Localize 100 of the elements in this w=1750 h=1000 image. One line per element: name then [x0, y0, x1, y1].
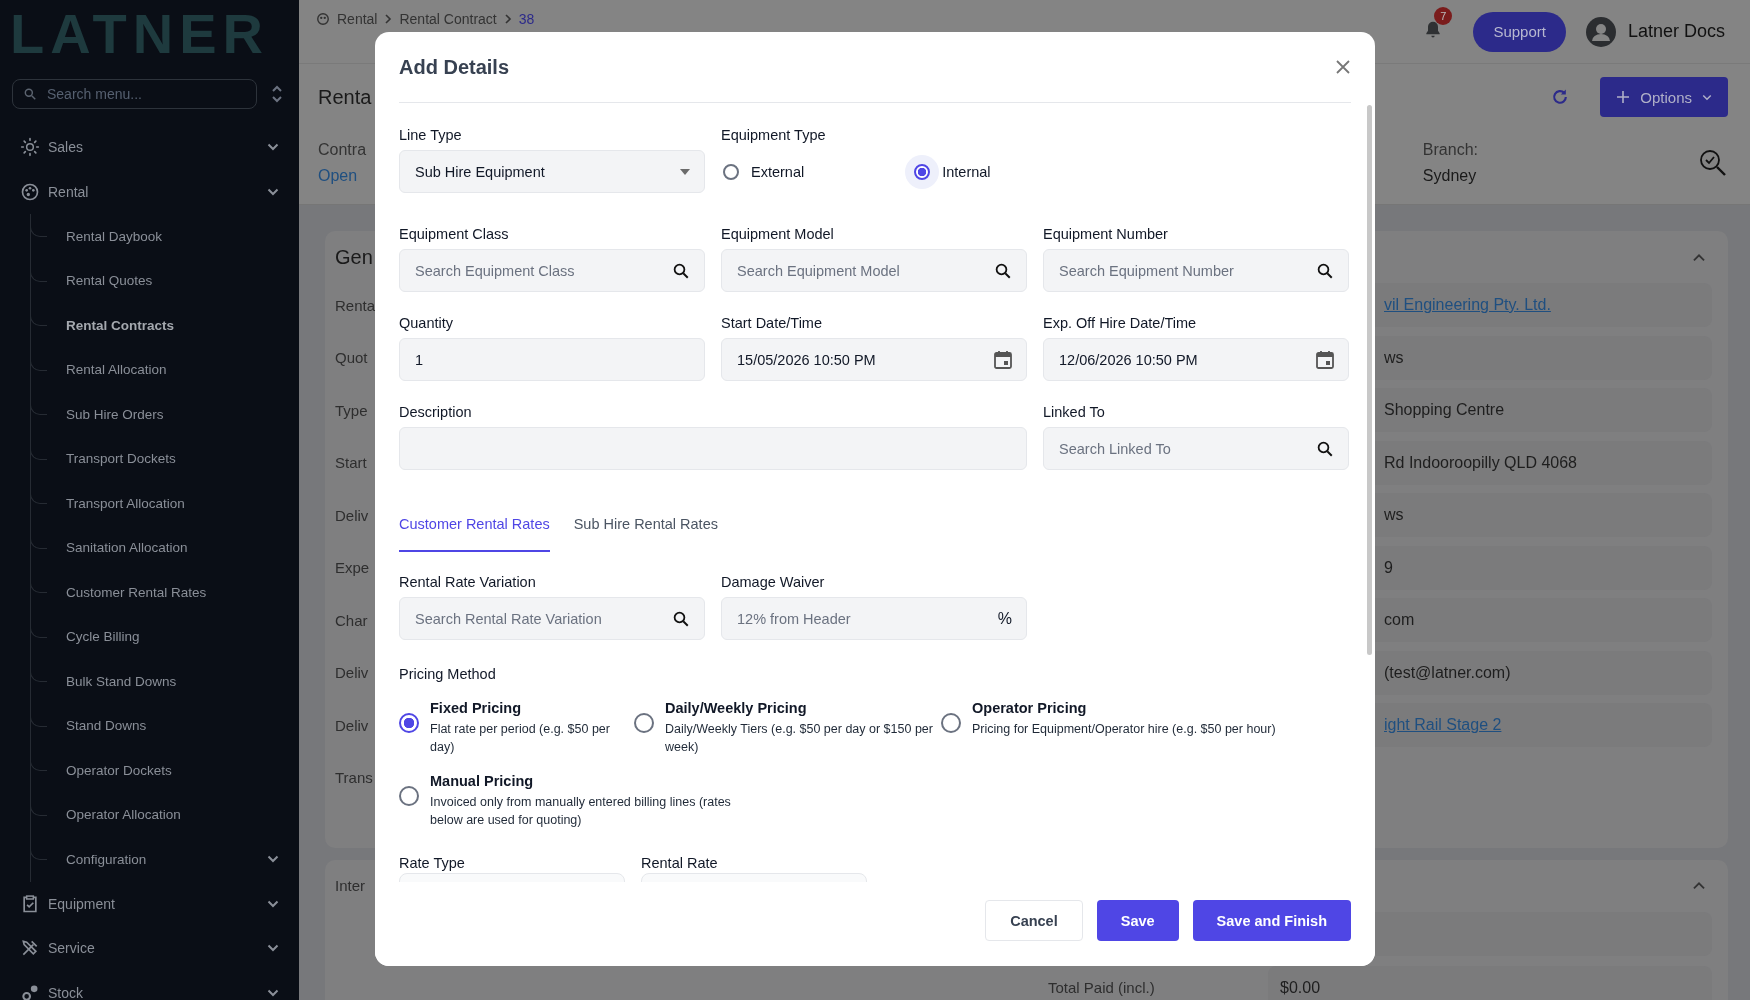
input-field[interactable]: 1: [399, 338, 705, 381]
pricing-option[interactable]: Operator Pricing Pricing for Equipment/Operator hire (e.g. $50 per hour): [941, 700, 1341, 756]
field-label: Equipment Model: [721, 226, 835, 242]
nav-subitem[interactable]: Rental Daybook: [31, 214, 299, 259]
pricing-option[interactable]: Fixed Pricing Flat rate per period (e.g. $50 per day): [399, 700, 634, 756]
nav-subitem[interactable]: Sub Hire Orders: [31, 392, 299, 437]
breadcrumb-link[interactable]: Rental Contract: [399, 11, 497, 27]
option-description: Pricing for Equipment/Operator hire (e.g. $50 per hour): [972, 721, 1276, 738]
search-field[interactable]: Search Linked To: [1043, 427, 1349, 470]
field-label: Start: [335, 454, 367, 471]
field-label: Trans: [335, 769, 373, 786]
date-field[interactable]: 15/05/2026 10:50 PM: [721, 338, 1027, 381]
value-text: (test@latner.com): [1384, 663, 1511, 682]
status-value: Open: [318, 167, 359, 185]
search-field[interactable]: Search Equipment Model: [721, 249, 1027, 292]
field-label: Damage Waiver: [721, 574, 826, 590]
option-title: Fixed Pricing: [430, 700, 523, 716]
field-label: Deliv: [335, 506, 369, 524]
value-text: 9: [1384, 558, 1393, 577]
nav-subitem[interactable]: Customer Rental Rates: [31, 570, 299, 615]
field-label: Renta: [335, 296, 376, 314]
field-label: Description: [399, 404, 473, 420]
nav-subitem[interactable]: Transport Dockets: [31, 436, 299, 481]
field-label: Type: [335, 401, 368, 419]
value-text: Rd Indooroopilly QLD 4068: [1384, 453, 1577, 472]
pricing-option[interactable]: Daily/Weekly Pricing Daily/Weekly Tiers (e.g. $50 per day or $150 per week): [634, 700, 941, 756]
tab[interactable]: Customer Rental Rates: [399, 504, 550, 552]
pricing-option[interactable]: Manual Pricing Invoiced only from manually entered billing lines (rates below are used for quoting): [399, 773, 749, 829]
dialog-button[interactable]: Save: [1096, 900, 1179, 941]
field-label: Quot: [335, 349, 368, 366]
select-field[interactable]: Sub Hire Equipment: [399, 150, 705, 193]
field-label: Pricing Method: [399, 666, 497, 682]
field-label: Start Date/Time: [721, 315, 823, 331]
date-field[interactable]: 12/06/2026 10:50 PM: [1043, 338, 1349, 381]
nav-subitem[interactable]: Configuration: [31, 837, 299, 882]
field-label: Linked To: [1043, 404, 1106, 420]
option-title: Manual Pricing: [430, 773, 535, 789]
notification-count: 7: [1434, 6, 1453, 25]
user-name: Latner Docs: [1627, 21, 1725, 42]
nav-item[interactable]: Service: [0, 926, 299, 971]
status-label: Contra: [318, 141, 367, 159]
option-title: Daily/Weekly Pricing: [665, 700, 808, 716]
value-text: com: [1384, 611, 1415, 629]
option-description: Invoiced only from manually entered billing lines (rates below are used for quoting): [430, 794, 732, 829]
nav-subitem[interactable]: Rental Contracts: [31, 303, 299, 348]
option-title: Operator Pricing: [972, 700, 1088, 716]
search-field[interactable]: Search menu...: [12, 79, 257, 109]
breadcrumb-link[interactable]: 38: [518, 11, 535, 27]
nav-item[interactable]: Equipment: [0, 881, 299, 926]
option-description: Flat rate per period (e.g. $50 per day): [430, 721, 611, 756]
search-field[interactable]: Search Equipment Class: [399, 249, 705, 292]
nav-subitem[interactable]: Sanitation Allocation: [31, 525, 299, 570]
option-description: Daily/Weekly Tiers (e.g. $50 per day or $150 per week): [665, 721, 934, 756]
breadcrumb-link[interactable]: Rental: [337, 11, 378, 27]
tab[interactable]: Sub Hire Rental Rates: [573, 504, 718, 552]
value-text: ws: [1384, 348, 1404, 367]
field-label: Deliv: [335, 664, 369, 681]
field-label: Line Type: [399, 127, 463, 143]
nav-label: Stock: [48, 984, 84, 1000]
options-button[interactable]: Options: [1600, 77, 1728, 117]
branch-value: Sydney: [1422, 167, 1478, 185]
card-title: Inter: [335, 877, 365, 894]
modal-title: Add Details: [399, 55, 510, 79]
nav-item[interactable]: Sales: [0, 125, 299, 170]
branch-label: Branch:: [1422, 141, 1478, 159]
dialog-button[interactable]: Cancel: [985, 900, 1083, 941]
nav-subitem[interactable]: Cycle Billing: [31, 614, 299, 659]
nav-label: Service: [48, 940, 96, 957]
dialog-button[interactable]: Save and Finish: [1192, 900, 1351, 941]
field-label: Equipment Number: [1043, 226, 1169, 242]
nav-label: Sales: [48, 139, 85, 156]
value-text: Shopping Centre: [1384, 401, 1505, 419]
field-label: Deliv: [335, 716, 369, 734]
nav-item[interactable]: Rental: [0, 169, 299, 214]
field-label: Expe: [335, 559, 370, 576]
nav-item[interactable]: Stock: [0, 970, 299, 1000]
field-label: Rate Type: [399, 855, 466, 871]
field-label: Exp. Off Hire Date/Time: [1043, 315, 1198, 331]
percent-sign: %: [997, 609, 1012, 628]
support-button[interactable]: Support: [1473, 11, 1566, 52]
field-label: Equipment Class: [399, 226, 510, 242]
nav-subitem[interactable]: Operator Allocation: [31, 792, 299, 837]
nav-subitem[interactable]: Operator Dockets: [31, 748, 299, 793]
nav-subitem[interactable]: Stand Downs: [31, 703, 299, 748]
nav-subitem[interactable]: Rental Allocation: [31, 347, 299, 392]
nav-subitem[interactable]: Rental Quotes: [31, 258, 299, 303]
search-field[interactable]: Search Rental Rate Variation: [399, 597, 705, 640]
field-label: Char: [335, 611, 368, 629]
field-label: Rental Rate: [641, 855, 719, 871]
nav-label: Equipment: [48, 895, 116, 912]
radio-option[interactable]: External: [723, 163, 805, 180]
page-title: Renta: [318, 85, 372, 109]
field-label: Total Paid (incl.): [1048, 979, 1156, 996]
input-field[interactable]: 12% from Header %: [721, 597, 1027, 640]
search-field[interactable]: Search Equipment Number: [1043, 249, 1349, 292]
nav-subitem[interactable]: Transport Allocation: [31, 481, 299, 526]
value-text: ws: [1384, 506, 1404, 524]
nav-subitem[interactable]: Bulk Stand Downs: [31, 659, 299, 704]
field-label: Quantity: [399, 315, 454, 331]
radio-option[interactable]: Internal: [914, 163, 991, 180]
